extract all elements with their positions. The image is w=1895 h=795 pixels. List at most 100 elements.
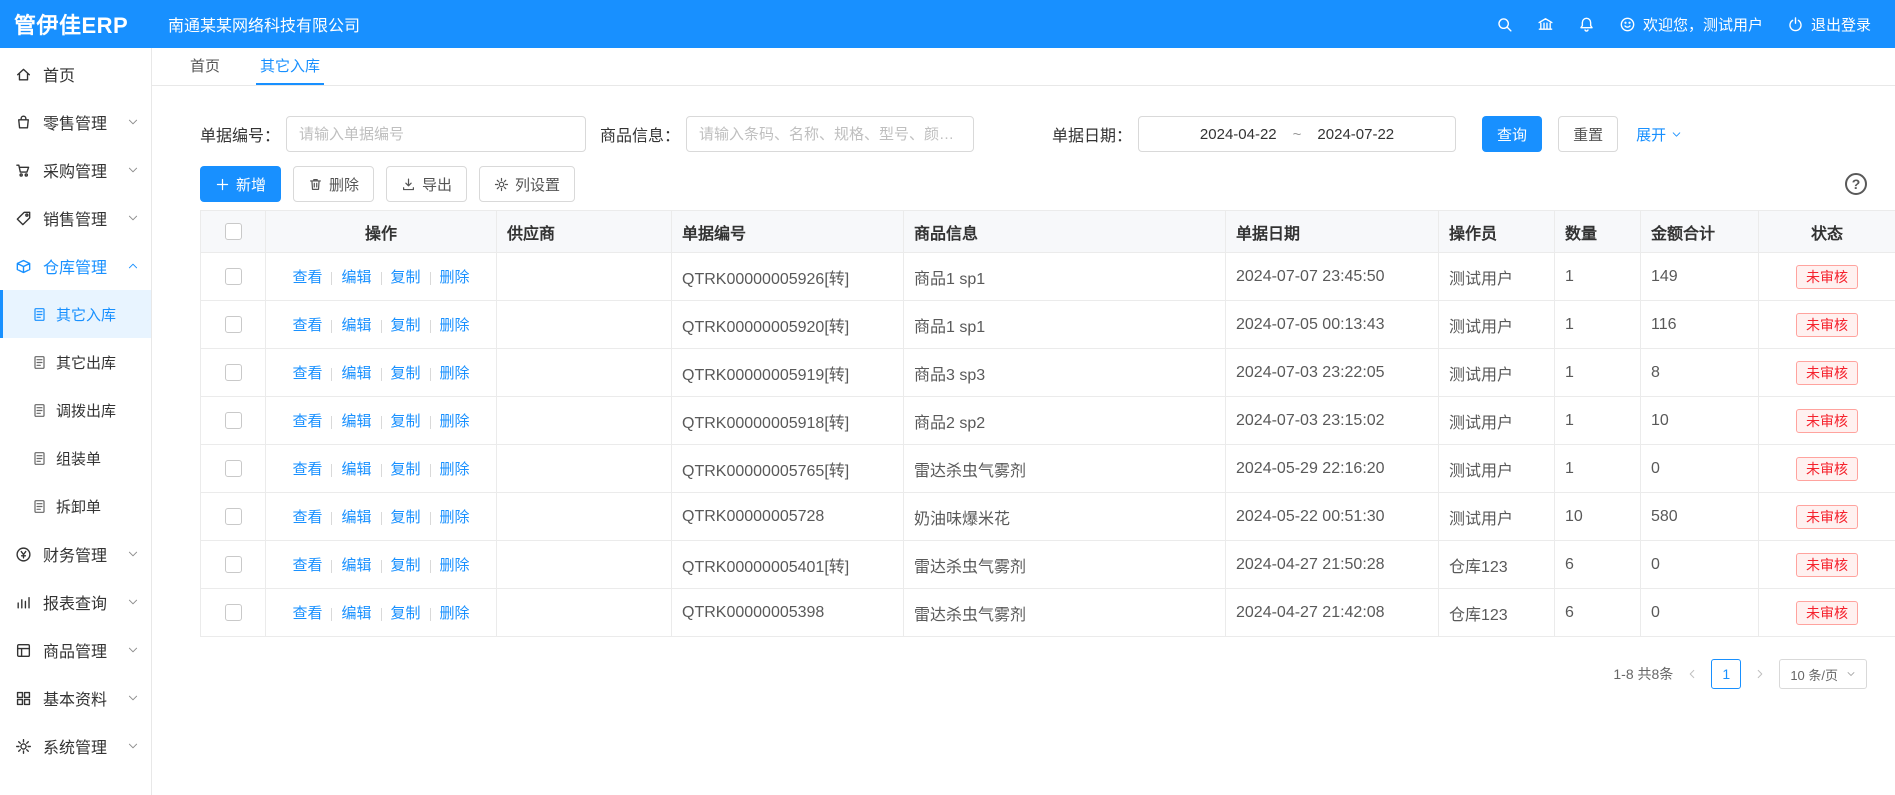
row-action-delete[interactable]: 删除 <box>440 605 470 622</box>
select-all-checkbox[interactable] <box>225 223 242 240</box>
row-action-delete[interactable]: 删除 <box>440 365 470 382</box>
cell-operator: 测试用户 <box>1439 349 1555 397</box>
logout-button[interactable]: 退出登录 <box>1787 14 1871 35</box>
bell-icon[interactable] <box>1578 16 1595 33</box>
tabbar: 首页其它入库 <box>152 48 1895 86</box>
row-checkbox[interactable] <box>225 316 242 333</box>
page-size-select[interactable]: 10 条/页 <box>1779 659 1867 689</box>
row-action-edit[interactable]: 编辑 <box>341 509 371 526</box>
sidebar-subitem-4-4[interactable]: 拆卸单 <box>0 482 151 530</box>
row-action-edit[interactable]: 编辑 <box>341 557 371 574</box>
export-button[interactable]: 导出 <box>386 166 467 202</box>
row-action-delete[interactable]: 删除 <box>440 413 470 430</box>
row-action-edit[interactable]: 编辑 <box>341 317 371 334</box>
row-action-copy[interactable]: 复制 <box>391 365 421 382</box>
next-page-icon[interactable] <box>1754 668 1766 680</box>
row-checkbox[interactable] <box>225 460 242 477</box>
prev-page-icon[interactable] <box>1686 668 1698 680</box>
row-action-delete[interactable]: 删除 <box>440 461 470 478</box>
help-button[interactable]: ? <box>1845 173 1867 195</box>
doc-icon <box>32 451 47 466</box>
row-action-edit[interactable]: 编辑 <box>341 365 371 382</box>
row-checkbox[interactable] <box>225 268 242 285</box>
date-range-picker[interactable]: 2024-04-22 ~ 2024-07-22 <box>1138 116 1456 152</box>
row-action-copy[interactable]: 复制 <box>391 317 421 334</box>
row-action-delete[interactable]: 删除 <box>440 557 470 574</box>
row-action-delete[interactable]: 删除 <box>440 509 470 526</box>
date-end-value[interactable]: 2024-07-22 <box>1317 126 1394 143</box>
row-checkbox[interactable] <box>225 508 242 525</box>
sidebar-item-basic[interactable]: 基本资料 <box>0 674 151 722</box>
tab-1[interactable]: 其它入库 <box>256 48 324 85</box>
row-checkbox[interactable] <box>225 412 242 429</box>
row-action-view[interactable]: 查看 <box>292 461 322 478</box>
divider <box>381 416 382 429</box>
row-action-view[interactable]: 查看 <box>292 509 322 526</box>
bank-icon[interactable] <box>1537 16 1554 33</box>
sidebar-item-system[interactable]: 系统管理 <box>0 722 151 770</box>
sidebar-subitem-4-3[interactable]: 组装单 <box>0 434 151 482</box>
row-action-edit[interactable]: 编辑 <box>341 461 371 478</box>
cell-actions: 查看 编辑 复制 删除 <box>266 493 497 541</box>
sidebar-item-sales[interactable]: 销售管理 <box>0 194 151 242</box>
cell-amount: 149 <box>1641 253 1759 301</box>
sidebar-item-home[interactable]: 首页 <box>0 50 151 98</box>
search-icon[interactable] <box>1496 16 1513 33</box>
cell-supplier <box>497 445 672 493</box>
user-welcome[interactable]: 欢迎您，测试用户 <box>1619 14 1763 35</box>
row-action-view[interactable]: 查看 <box>292 413 322 430</box>
sidebar-subitem-4-2[interactable]: 调拨出库 <box>0 386 151 434</box>
row-action-delete[interactable]: 删除 <box>440 317 470 334</box>
delete-button[interactable]: 删除 <box>293 166 374 202</box>
sidebar-subitem-4-0[interactable]: 其它入库 <box>0 290 151 338</box>
add-button[interactable]: 新增 <box>200 166 281 202</box>
reset-button[interactable]: 重置 <box>1558 116 1618 152</box>
row-action-copy[interactable]: 复制 <box>391 413 421 430</box>
cell-status: 未审核 <box>1759 301 1895 349</box>
sidebar-item-finance[interactable]: 财务管理 <box>0 530 151 578</box>
row-action-view[interactable]: 查看 <box>292 557 322 574</box>
row-action-edit[interactable]: 编辑 <box>341 413 371 430</box>
sidebar-subitem-4-1[interactable]: 其它出库 <box>0 338 151 386</box>
row-action-copy[interactable]: 复制 <box>391 509 421 526</box>
row-action-copy[interactable]: 复制 <box>391 605 421 622</box>
sidebar-item-retail[interactable]: 零售管理 <box>0 98 151 146</box>
cell-status: 未审核 <box>1759 541 1895 589</box>
column-settings-button[interactable]: 列设置 <box>479 166 575 202</box>
sidebar-item-purchase[interactable]: 采购管理 <box>0 146 151 194</box>
row-action-edit[interactable]: 编辑 <box>341 605 371 622</box>
row-action-copy[interactable]: 复制 <box>391 557 421 574</box>
cell-operator: 测试用户 <box>1439 301 1555 349</box>
sidebar-item-label: 报表查询 <box>43 590 107 614</box>
row-action-edit[interactable]: 编辑 <box>341 269 371 286</box>
product-info-input[interactable] <box>686 116 974 152</box>
cell-operator: 仓库123 <box>1439 541 1555 589</box>
row-action-view[interactable]: 查看 <box>292 317 322 334</box>
sidebar-item-warehouse[interactable]: 仓库管理 <box>0 242 151 290</box>
tab-0[interactable]: 首页 <box>186 48 224 85</box>
row-action-view[interactable]: 查看 <box>292 365 322 382</box>
row-action-view[interactable]: 查看 <box>292 605 322 622</box>
status-badge: 未审核 <box>1796 601 1858 625</box>
sidebar-item-report[interactable]: 报表查询 <box>0 578 151 626</box>
sidebar-item-goods[interactable]: 商品管理 <box>0 626 151 674</box>
action-toolbar: 新增 删除 导出 列设置 ? <box>200 166 1895 202</box>
cell-amount: 0 <box>1641 541 1759 589</box>
divider <box>331 272 332 285</box>
row-checkbox[interactable] <box>225 364 242 381</box>
cell-product: 商品1 sp1 <box>904 301 1226 349</box>
divider <box>331 368 332 381</box>
bill-no-input[interactable] <box>286 116 586 152</box>
row-action-copy[interactable]: 复制 <box>391 461 421 478</box>
search-button[interactable]: 查询 <box>1482 116 1542 152</box>
row-action-copy[interactable]: 复制 <box>391 269 421 286</box>
row-checkbox[interactable] <box>225 604 242 621</box>
cell-actions: 查看 编辑 复制 删除 <box>266 589 497 637</box>
row-action-view[interactable]: 查看 <box>292 269 322 286</box>
current-page-button[interactable]: 1 <box>1711 659 1741 689</box>
divider <box>331 464 332 477</box>
row-action-delete[interactable]: 删除 <box>440 269 470 286</box>
row-checkbox[interactable] <box>225 556 242 573</box>
date-start-value[interactable]: 2024-04-22 <box>1200 126 1277 143</box>
expand-toggle[interactable]: 展开 <box>1636 124 1682 145</box>
